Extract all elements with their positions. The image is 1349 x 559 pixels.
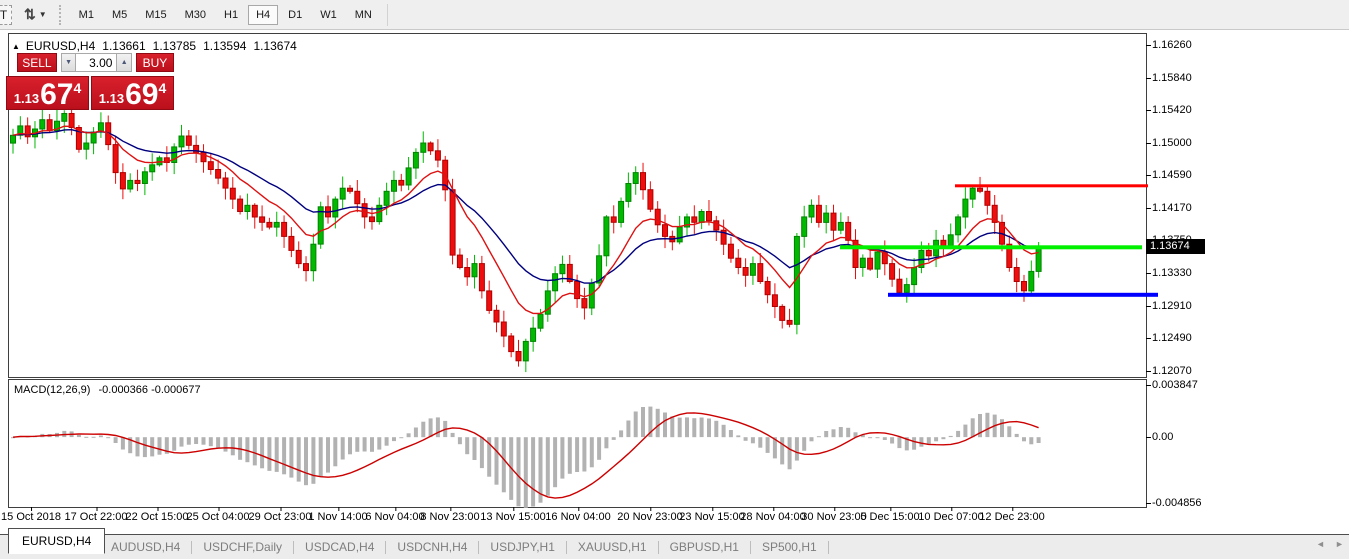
timeframe-button-h4[interactable]: H4: [248, 4, 279, 25]
tab-separator: [827, 540, 829, 554]
ohlc-open: 1.13661: [102, 39, 146, 53]
macd-label: MACD(12,26,9) -0.000366 -0.000677: [14, 384, 201, 396]
timeframe-button-h1[interactable]: H1: [216, 5, 246, 25]
macd-indicator-pane[interactable]: [8, 379, 1147, 508]
timeframe-toolbar: M1 M5 M15 M30 H1 H4 D1 W1 MN: [70, 0, 381, 29]
time-axis-label: 10 Dec 07:00: [918, 507, 984, 523]
price-axis-tick: 1.15420: [1146, 104, 1192, 117]
time-axis-label: 8 Nov 23:00: [420, 507, 480, 523]
timeframe-button-m15[interactable]: M15: [137, 5, 174, 25]
text-tool-icon[interactable]: T: [0, 4, 12, 25]
tabs-scroll-right-icon[interactable]: ►: [1335, 539, 1344, 549]
arrows-tool-button[interactable]: ⇅ ▼: [24, 6, 47, 23]
buy-button[interactable]: BUY: [135, 53, 174, 72]
price-axis-tick: 1.15840: [1146, 71, 1192, 84]
macd-name: MACD(12,26,9): [14, 384, 91, 396]
sell-price-button[interactable]: 1.13 67 4: [6, 76, 89, 110]
tab-usdchf-daily[interactable]: USDCHF,Daily: [192, 535, 293, 559]
tab-usdcnh-h4[interactable]: USDCNH,H4: [386, 535, 478, 559]
macd-axis-tick: -0.004856: [1146, 497, 1202, 509]
time-axis-label: 12 Dec 23:00: [979, 507, 1045, 523]
sell-price-big: 67: [40, 77, 74, 111]
price-axis-tick: 1.16260: [1146, 39, 1192, 51]
time-axis: 15 Oct 2018 17 Oct 22:00 22 Oct 15:00 25 Oc…: [0, 507, 1349, 527]
tab-audusd-h4[interactable]: AUDUSD,H4: [100, 535, 191, 559]
buy-price-prefix: 1.13: [98, 91, 125, 106]
timeframe-button-m1[interactable]: M1: [71, 5, 102, 25]
timeframe-button-mn[interactable]: MN: [347, 5, 380, 25]
tab-xauusd-h1[interactable]: XAUUSD,H1: [567, 535, 658, 559]
double-arrow-icon: ⇅: [24, 6, 36, 22]
chart-title: ▲ EURUSD,H4 1.13661 1.13785 1.13594 1.13…: [12, 39, 304, 53]
time-axis-label: 5 Dec 15:00: [860, 507, 920, 523]
tab-gbpusd-h1[interactable]: GBPUSD,H1: [659, 535, 750, 559]
volume-decrease-button[interactable]: ▼: [60, 53, 77, 72]
ohlc-low: 1.13594: [203, 39, 247, 53]
one-click-trading-panel: SELL ▼ 3.00 ▲ BUY 1.13 67 4 1.13 69 4: [6, 53, 174, 110]
ohlc-high: 1.13785: [152, 39, 197, 53]
chevron-down-icon: ▼: [38, 10, 47, 19]
price-chart-pane[interactable]: [8, 33, 1158, 378]
candlestick-chart[interactable]: [9, 34, 1159, 377]
price-axis-tick: 1.14590: [1146, 168, 1192, 181]
price-axis-tick: 1.14170: [1146, 201, 1192, 214]
volume-input[interactable]: 3.00: [76, 53, 117, 72]
time-axis-label: 23 Nov 15:00: [679, 507, 745, 523]
price-axis-tick: 1.12910: [1146, 299, 1192, 312]
tab-usdcad-h4[interactable]: USDCAD,H4: [294, 535, 385, 559]
inactive-tabs: AUDUSD,H4 USDCHF,Daily USDCAD,H4 USDCNH,H4 U…: [100, 535, 829, 559]
time-axis-label: 22 Oct 15:00: [125, 507, 189, 523]
current-price-tag: 1.13674: [1146, 239, 1205, 255]
tab-eurusd-active[interactable]: EURUSD,H4: [8, 528, 106, 554]
chart-tab-bar: EURUSD,H4 AUDUSD,H4 USDCHF,Daily USDCAD,H4…: [0, 528, 1349, 559]
top-toolbar: T ⇅ ▼ M1 M5 M15 M30 H1 H4 D1 W1 MN: [0, 0, 1349, 30]
macd-axis-tick: 0.003847: [1146, 379, 1198, 391]
time-axis-label: 16 Nov 04:00: [545, 507, 611, 523]
tabs-scroll-left-icon[interactable]: ◄: [1316, 539, 1325, 549]
time-axis-label: 20 Nov 23:00: [617, 507, 683, 523]
time-axis-label: 13 Nov 15:00: [480, 507, 546, 523]
time-axis-label: 25 Oct 04:00: [186, 507, 250, 523]
buy-price-button[interactable]: 1.13 69 4: [91, 76, 174, 110]
toolbar-separator: [386, 3, 388, 26]
time-axis-label: 17 Oct 22:00: [64, 507, 128, 523]
time-axis-label: 28 Nov 04:00: [740, 507, 806, 523]
time-axis-label: 29 Oct 23:00: [248, 507, 312, 523]
buy-price-pip: 4: [158, 80, 167, 96]
collapse-triangle-icon[interactable]: ▲: [12, 42, 20, 51]
toolbar-grip: [58, 4, 64, 25]
tab-sp500-h1[interactable]: SP500,H1: [751, 535, 828, 559]
price-axis-tick: 1.13330: [1146, 266, 1192, 279]
time-axis-label: 6 Nov 04:00: [365, 507, 425, 523]
tab-usdjpy-h1[interactable]: USDJPY,H1: [479, 535, 565, 559]
timeframe-button-m5[interactable]: M5: [104, 5, 135, 25]
sell-button[interactable]: SELL: [17, 53, 57, 72]
macd-chart: [11, 406, 1041, 508]
time-axis-label: 1 Nov 14:00: [308, 507, 368, 523]
macd-axis-tick: 0.00: [1145, 431, 1174, 444]
volume-increase-button[interactable]: ▲: [116, 53, 132, 72]
time-axis-label: 15 Oct 2018: [1, 507, 61, 523]
buy-price-big: 69: [125, 77, 159, 111]
price-axis-tick: 1.15000: [1146, 137, 1192, 150]
sell-price-prefix: 1.13: [13, 91, 40, 106]
macd-values: -0.000366 -0.000677: [98, 384, 201, 396]
mt4-window: { "toolbar": { "text_tool_label": "T", "…: [0, 0, 1349, 559]
price-axis-tick: 1.12070: [1146, 365, 1192, 377]
timeframe-button-m30[interactable]: M30: [177, 5, 214, 25]
price-axis-tick: 1.12490: [1146, 332, 1192, 345]
ohlc-close: 1.13674: [253, 39, 297, 53]
timeframe-button-w1[interactable]: W1: [312, 5, 345, 25]
chart-symbol: EURUSD,H4: [25, 39, 96, 53]
sell-price-pip: 4: [73, 80, 82, 96]
time-axis-label: 30 Nov 23:00: [801, 507, 867, 523]
timeframe-button-d1[interactable]: D1: [280, 5, 310, 25]
